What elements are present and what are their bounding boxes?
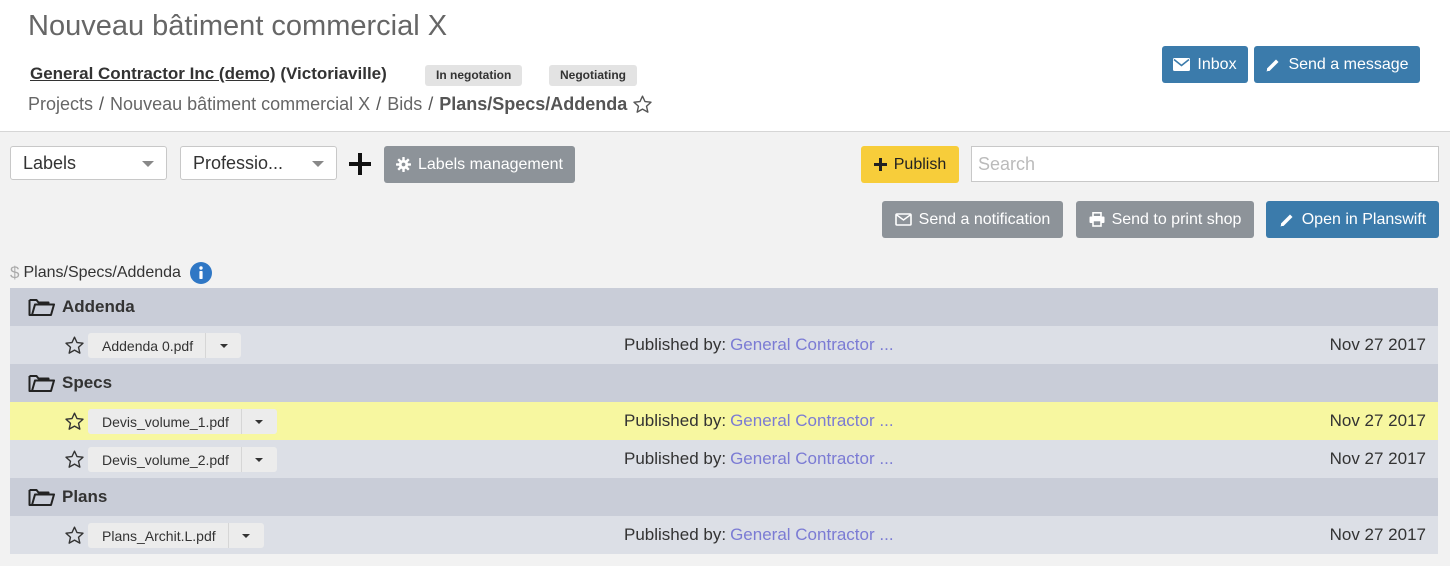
file-row[interactable]: Addenda 0.pdf Published by: General Contra… xyxy=(10,326,1438,364)
caret-down-icon xyxy=(255,457,264,462)
company-city: (Victoriaville) xyxy=(280,64,387,83)
gear-icon xyxy=(396,157,411,172)
file-chip[interactable]: Addenda 0.pdf xyxy=(88,333,242,358)
dollar-icon: $ xyxy=(10,263,20,282)
labels-management-label: Labels management xyxy=(418,155,563,173)
profession-select-value: Professio... xyxy=(193,152,284,173)
company-link[interactable]: General Contractor Inc (demo) xyxy=(30,64,276,83)
file-chip[interactable]: Plans_Archit.L.pdf xyxy=(88,523,264,548)
breadcrumb-project[interactable]: Nouveau bâtiment commercial X xyxy=(110,94,370,115)
file-chip[interactable]: Devis_volume_1.pdf xyxy=(88,409,277,434)
star-icon[interactable] xyxy=(64,449,85,470)
publish-label: Publish xyxy=(893,155,947,173)
file-name[interactable]: Devis_volume_2.pdf xyxy=(88,452,241,468)
publish-button[interactable]: Publish xyxy=(861,146,959,183)
star-icon[interactable] xyxy=(64,525,85,546)
published-date: Nov 27 2017 xyxy=(1329,411,1426,430)
send-message-label: Send a message xyxy=(1288,55,1409,73)
file-chip[interactable]: Devis_volume_2.pdf xyxy=(88,447,277,472)
published-by-label: Published by: xyxy=(624,449,727,468)
file-dropdown-toggle[interactable] xyxy=(205,333,241,358)
published-by: Published by: General Contractor ... xyxy=(624,411,894,431)
published-by-label: Published by: xyxy=(624,525,727,544)
labels-select[interactable]: Labels xyxy=(10,146,167,180)
file-dropdown-toggle[interactable] xyxy=(240,409,277,434)
add-label-plus-icon[interactable] xyxy=(348,152,372,176)
breadcrumb: Projects / Nouveau bâtiment commercial X… xyxy=(28,94,653,115)
pencil-icon xyxy=(1265,57,1281,73)
star-icon[interactable] xyxy=(64,411,85,432)
folder-row[interactable]: Addenda xyxy=(10,288,1438,326)
publisher-link[interactable]: General Contractor ... xyxy=(730,449,893,468)
folder-row[interactable]: Specs xyxy=(10,364,1438,402)
envelope-icon xyxy=(1173,58,1191,71)
open-planswift-button[interactable]: Open in Planswift xyxy=(1266,201,1439,238)
folder-open-icon xyxy=(28,297,62,317)
info-icon[interactable] xyxy=(189,262,212,284)
publisher-link[interactable]: General Contractor ... xyxy=(730,335,893,354)
published-by-label: Published by: xyxy=(624,335,727,354)
file-row[interactable]: Devis_volume_2.pdf Published by: General C… xyxy=(10,440,1438,478)
breadcrumb-separator: / xyxy=(376,94,382,114)
search-input[interactable] xyxy=(971,146,1439,182)
page-header: Nouveau bâtiment commercial X General Co… xyxy=(0,0,1450,132)
folder-name: Addenda xyxy=(62,297,135,316)
file-name[interactable]: Plans_Archit.L.pdf xyxy=(88,528,228,544)
file-dropdown-toggle[interactable] xyxy=(227,523,264,548)
breadcrumb-separator: / xyxy=(428,94,434,114)
folder-open-icon xyxy=(28,487,62,507)
send-print-shop-button[interactable]: Send to print shop xyxy=(1076,201,1254,238)
favorite-star-icon[interactable] xyxy=(632,94,653,115)
pencil-icon xyxy=(1279,212,1295,228)
published-by: Published by: General Contractor ... xyxy=(624,335,894,355)
caret-down-icon xyxy=(255,419,264,424)
send-message-button[interactable]: Send a message xyxy=(1254,46,1420,83)
published-date: Nov 27 2017 xyxy=(1329,449,1426,468)
chevron-down-icon xyxy=(142,161,154,167)
folder-open-icon xyxy=(28,373,62,393)
file-row[interactable]: Devis_volume_1.pdf Published by: General C… xyxy=(10,402,1438,440)
breadcrumb-separator: / xyxy=(99,94,105,114)
envelope-outline-icon xyxy=(894,213,912,226)
send-print-shop-label: Send to print shop xyxy=(1111,210,1242,228)
published-by: Published by: General Contractor ... xyxy=(624,449,894,469)
inbox-label: Inbox xyxy=(1197,55,1237,73)
breadcrumb-projects[interactable]: Projects xyxy=(28,94,93,115)
labels-management-button[interactable]: Labels management xyxy=(384,146,575,183)
file-name[interactable]: Devis_volume_1.pdf xyxy=(88,414,241,430)
section-title-text: Plans/Specs/Addenda xyxy=(23,264,181,281)
file-dropdown-toggle[interactable] xyxy=(240,447,277,472)
status-badge-negotiating: Negotiating xyxy=(549,65,637,86)
caret-down-icon xyxy=(219,343,228,348)
page-title: Nouveau bâtiment commercial X xyxy=(28,10,448,42)
chevron-down-icon xyxy=(312,161,324,167)
send-notification-label: Send a notification xyxy=(918,210,1051,228)
profession-select[interactable]: Professio... xyxy=(180,146,337,180)
publisher-link[interactable]: General Contractor ... xyxy=(730,411,893,430)
published-date: Nov 27 2017 xyxy=(1329,525,1426,544)
send-notification-button[interactable]: Send a notification xyxy=(882,201,1063,238)
published-by-label: Published by: xyxy=(624,411,727,430)
publisher-link[interactable]: General Contractor ... xyxy=(730,525,893,544)
inbox-button[interactable]: Inbox xyxy=(1162,46,1248,83)
document-list: Addenda Addenda 0.pdf Published by: General… xyxy=(10,288,1438,554)
breadcrumb-current: Plans/Specs/Addenda xyxy=(439,94,628,114)
status-badge-negotation: In negotation xyxy=(425,65,523,86)
folder-name: Plans xyxy=(62,487,108,506)
breadcrumb-bids[interactable]: Bids xyxy=(387,94,422,115)
file-name[interactable]: Addenda 0.pdf xyxy=(88,338,205,354)
open-planswift-label: Open in Planswift xyxy=(1301,210,1427,228)
folder-row[interactable]: Plans xyxy=(10,478,1438,516)
published-date: Nov 27 2017 xyxy=(1329,335,1426,354)
star-icon[interactable] xyxy=(64,335,85,356)
plus-icon xyxy=(873,158,887,171)
caret-down-icon xyxy=(242,533,251,538)
company-line: General Contractor Inc (demo) (Victoriav… xyxy=(30,64,387,84)
printer-icon xyxy=(1089,212,1105,227)
section-title: $ Plans/Specs/Addenda xyxy=(10,262,212,284)
published-by: Published by: General Contractor ... xyxy=(624,525,894,545)
file-row[interactable]: Plans_Archit.L.pdf Published by: General C… xyxy=(10,516,1438,554)
labels-select-value: Labels xyxy=(23,152,77,173)
folder-name: Specs xyxy=(62,373,113,392)
